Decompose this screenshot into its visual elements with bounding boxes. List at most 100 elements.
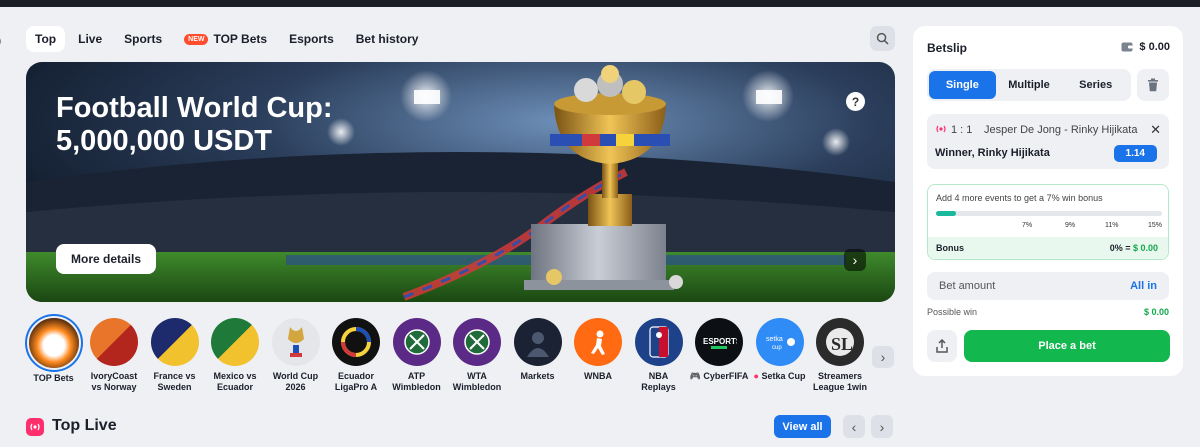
bet-card: 1 : 1 Jesper De Jong - Rinky Hijikata ✕ … bbox=[927, 114, 1169, 169]
category-wta-wimbledon[interactable]: WTA Wimbledon bbox=[450, 318, 505, 393]
category-label: WNBA bbox=[584, 371, 612, 381]
bonus-hint: Add 4 more events to get a 7% win bonus bbox=[936, 193, 1103, 203]
tab-label: Top bbox=[35, 32, 57, 46]
setka-cup-icon: setka cup bbox=[755, 318, 804, 366]
main-nav: Top Live Sports NEW TOP Bets Esports Bet … bbox=[26, 26, 427, 52]
mode-multiple[interactable]: Multiple bbox=[996, 71, 1063, 99]
category-label: IvoryCoast vs Norway bbox=[90, 371, 138, 392]
category-wnba[interactable]: WNBA bbox=[571, 318, 626, 393]
category-label: WTA Wimbledon bbox=[452, 371, 502, 392]
bonus-footer: Bonus 0% = $ 0.00 bbox=[928, 237, 1168, 259]
help-icon[interactable]: ? bbox=[846, 92, 865, 111]
possible-win-value: $ 0.00 bbox=[1143, 307, 1169, 317]
bonus-progress-fill bbox=[936, 211, 957, 216]
bet-amount-placeholder: Bet amount bbox=[939, 280, 996, 292]
tab-live[interactable]: Live bbox=[69, 26, 111, 52]
team-photo-icon bbox=[211, 318, 259, 366]
all-in-button[interactable]: All in bbox=[1130, 280, 1157, 292]
wnba-icon bbox=[574, 318, 622, 366]
mode-series[interactable]: Series bbox=[1062, 71, 1129, 99]
bonus-tick: 15% bbox=[1148, 222, 1163, 229]
ligapro-icon bbox=[332, 318, 380, 366]
tab-label: Bet history bbox=[355, 32, 419, 46]
betslip-balance: $ 0.00 bbox=[1121, 41, 1170, 53]
win-bonus-box: Add 4 more events to get a 7% win bonus … bbox=[927, 184, 1169, 260]
top-live-next-button[interactable]: › bbox=[871, 415, 893, 438]
chevron-right-icon: › bbox=[880, 349, 886, 365]
tab-label: TOP Bets bbox=[213, 32, 268, 46]
football-fire-icon bbox=[28, 318, 79, 368]
category-label: ● Setka Cup bbox=[753, 371, 806, 381]
balance-value: $ 0.00 bbox=[1139, 41, 1170, 53]
svg-text:setka: setka bbox=[766, 336, 783, 343]
svg-text:ESPORTS: ESPORTS bbox=[703, 337, 737, 346]
category-streamers-league[interactable]: SL Streamers League 1win bbox=[813, 318, 868, 393]
category-label: World Cup 2026 bbox=[272, 371, 319, 392]
category-mexico-ecuador[interactable]: Mexico vs Ecuador bbox=[208, 318, 263, 393]
hero-banner[interactable]: Football World Cup: 5,000,000 USDT More … bbox=[26, 62, 895, 302]
tab-label: Live bbox=[78, 32, 103, 46]
new-badge: NEW bbox=[184, 33, 209, 45]
category-cyberfifa[interactable]: ESPORTS 🎮 CyberFIFA bbox=[689, 318, 749, 393]
top-live-prev-button[interactable]: ‹ bbox=[843, 415, 865, 438]
bet-match: Jesper De Jong - Rinky Hijikata bbox=[984, 124, 1138, 136]
category-world-cup-2026[interactable]: World Cup 2026 bbox=[268, 318, 323, 393]
share-button[interactable] bbox=[927, 330, 957, 362]
tab-top-bets[interactable]: NEW TOP Bets bbox=[175, 26, 276, 52]
category-label: ATP Wimbledon bbox=[392, 371, 441, 392]
category-top-bets[interactable]: TOP Bets bbox=[26, 318, 81, 393]
category-ecuador-ligapro[interactable]: Ecuador LigaPro A bbox=[329, 318, 384, 393]
betslip-panel: Betslip $ 0.00 Single Multiple Series 1 … bbox=[913, 26, 1183, 376]
mode-single[interactable]: Single bbox=[929, 71, 996, 99]
category-label: NBA Replays bbox=[641, 371, 676, 392]
team-photo-icon bbox=[150, 318, 199, 366]
search-icon bbox=[876, 32, 889, 45]
hero-next-button[interactable]: › bbox=[844, 249, 866, 271]
category-label: TOP Bets bbox=[33, 373, 74, 383]
tab-sports[interactable]: Sports bbox=[115, 26, 171, 52]
bet-mode-switch: Single Multiple Series bbox=[927, 69, 1131, 101]
place-bet-button[interactable]: Place a bet bbox=[964, 330, 1170, 362]
betslip-title: Betslip bbox=[927, 41, 968, 55]
category-atp-wimbledon[interactable]: ATP Wimbledon bbox=[389, 318, 444, 393]
categories-next-button[interactable]: › bbox=[872, 346, 894, 368]
hero-title: Football World Cup: 5,000,000 USDT bbox=[56, 92, 333, 157]
category-france-sweden[interactable]: France vs Sweden bbox=[147, 318, 202, 393]
remove-bet-icon[interactable]: ✕ bbox=[1150, 122, 1161, 138]
category-markets[interactable]: Markets bbox=[510, 318, 565, 393]
more-details-button[interactable]: More details bbox=[56, 244, 157, 274]
category-ivorycoast-norway[interactable]: IvoryCoast vs Norway bbox=[87, 318, 142, 393]
esports-battle-icon: ESPORTS bbox=[695, 318, 743, 366]
top-app-bar bbox=[0, 0, 1200, 7]
wimbledon-icon bbox=[392, 318, 441, 366]
team-photo-icon bbox=[90, 318, 138, 366]
view-all-button[interactable]: View all bbox=[774, 415, 831, 438]
category-label: France vs Sweden bbox=[153, 371, 196, 392]
live-broadcast-icon bbox=[26, 418, 44, 436]
category-label: Ecuador LigaPro A bbox=[334, 371, 378, 392]
nba-icon bbox=[634, 318, 683, 366]
bet-score: 1 : 1 bbox=[951, 124, 973, 136]
category-nba-replays[interactable]: NBA Replays bbox=[631, 318, 686, 393]
category-label: 🎮 CyberFIFA bbox=[689, 371, 749, 381]
share-icon bbox=[936, 339, 948, 353]
tab-bet-history[interactable]: Bet history bbox=[347, 26, 428, 52]
category-label: Streamers League 1win bbox=[812, 371, 867, 392]
bonus-progress bbox=[936, 211, 1162, 216]
possible-win-label: Possible win bbox=[927, 307, 978, 317]
svg-text:cup: cup bbox=[772, 345, 782, 351]
bet-amount-field[interactable]: Bet amount All in bbox=[927, 272, 1169, 300]
bonus-value: 0% = $ 0.00 bbox=[1109, 243, 1158, 253]
edge-icon: ) bbox=[0, 33, 1, 48]
category-setka-cup[interactable]: setka cup ● Setka Cup bbox=[752, 318, 807, 393]
bonus-tick: 9% bbox=[1065, 222, 1076, 229]
bonus-label: Bonus bbox=[936, 243, 964, 253]
clear-betslip-button[interactable] bbox=[1137, 69, 1169, 101]
tab-label: Sports bbox=[124, 32, 163, 46]
live-signal-icon bbox=[936, 125, 946, 133]
tab-esports[interactable]: Esports bbox=[280, 26, 343, 52]
world-cup-icon bbox=[271, 318, 320, 366]
search-button[interactable] bbox=[870, 26, 895, 51]
category-label: Mexico vs Ecuador bbox=[213, 371, 257, 392]
tab-top[interactable]: Top bbox=[26, 26, 66, 52]
